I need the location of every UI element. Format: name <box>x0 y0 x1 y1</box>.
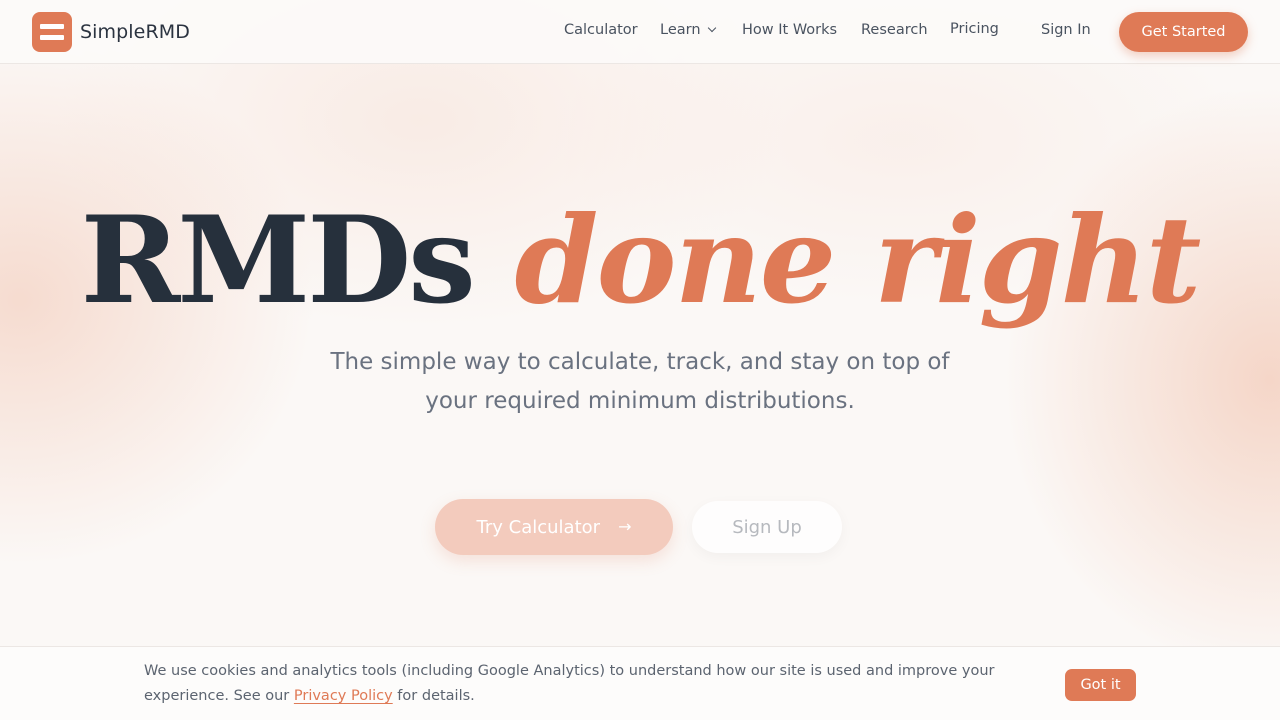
hero-title: RMDs done right <box>0 196 1280 326</box>
try-calculator-button[interactable]: Try Calculator → <box>435 499 673 555</box>
cookie-banner: We use cookies and analytics tools (incl… <box>0 646 1280 720</box>
chevron-down-icon <box>707 23 716 33</box>
cookie-message: We use cookies and analytics tools (incl… <box>144 659 1024 709</box>
cookie-accept-button[interactable]: Got it <box>1065 669 1136 701</box>
nav-item-learn-label: Learn <box>660 22 701 38</box>
nav-item-research[interactable]: Research <box>861 22 928 38</box>
sign-in-link[interactable]: Sign In <box>1041 22 1091 38</box>
brand-home-link[interactable]: SimpleRMD <box>32 12 190 52</box>
stacked-bars-logo-icon <box>32 12 72 52</box>
nav-item-calculator[interactable]: Calculator <box>564 22 638 38</box>
site-header: SimpleRMD Calculator Learn How It Works … <box>0 0 1280 64</box>
hero-title-main: RMDs <box>80 190 476 331</box>
sign-up-button[interactable]: Sign Up <box>692 501 842 553</box>
nav-item-pricing[interactable]: Pricing <box>950 21 999 37</box>
get-started-button[interactable]: Get Started <box>1119 12 1248 52</box>
cookie-text-after: for details. <box>392 688 475 704</box>
brand-name: SimpleRMD <box>80 21 191 43</box>
hero-subtitle: The simple way to calculate, track, and … <box>300 343 980 421</box>
nav-item-learn[interactable]: Learn <box>660 22 716 38</box>
hero-title-accent: done right <box>514 190 1202 331</box>
cookie-text-before: We use cookies and analytics tools (incl… <box>144 663 995 704</box>
nav-item-how-it-works[interactable]: How It Works <box>742 22 837 38</box>
arrow-right-icon: → <box>618 517 632 536</box>
privacy-policy-link[interactable]: Privacy Policy <box>294 688 393 704</box>
hero-subtitle-line-1: The simple way to calculate, track, and … <box>330 349 950 375</box>
try-calculator-label: Try Calculator <box>476 516 601 538</box>
hero-subtitle-line-2: your required minimum distributions. <box>425 388 855 414</box>
